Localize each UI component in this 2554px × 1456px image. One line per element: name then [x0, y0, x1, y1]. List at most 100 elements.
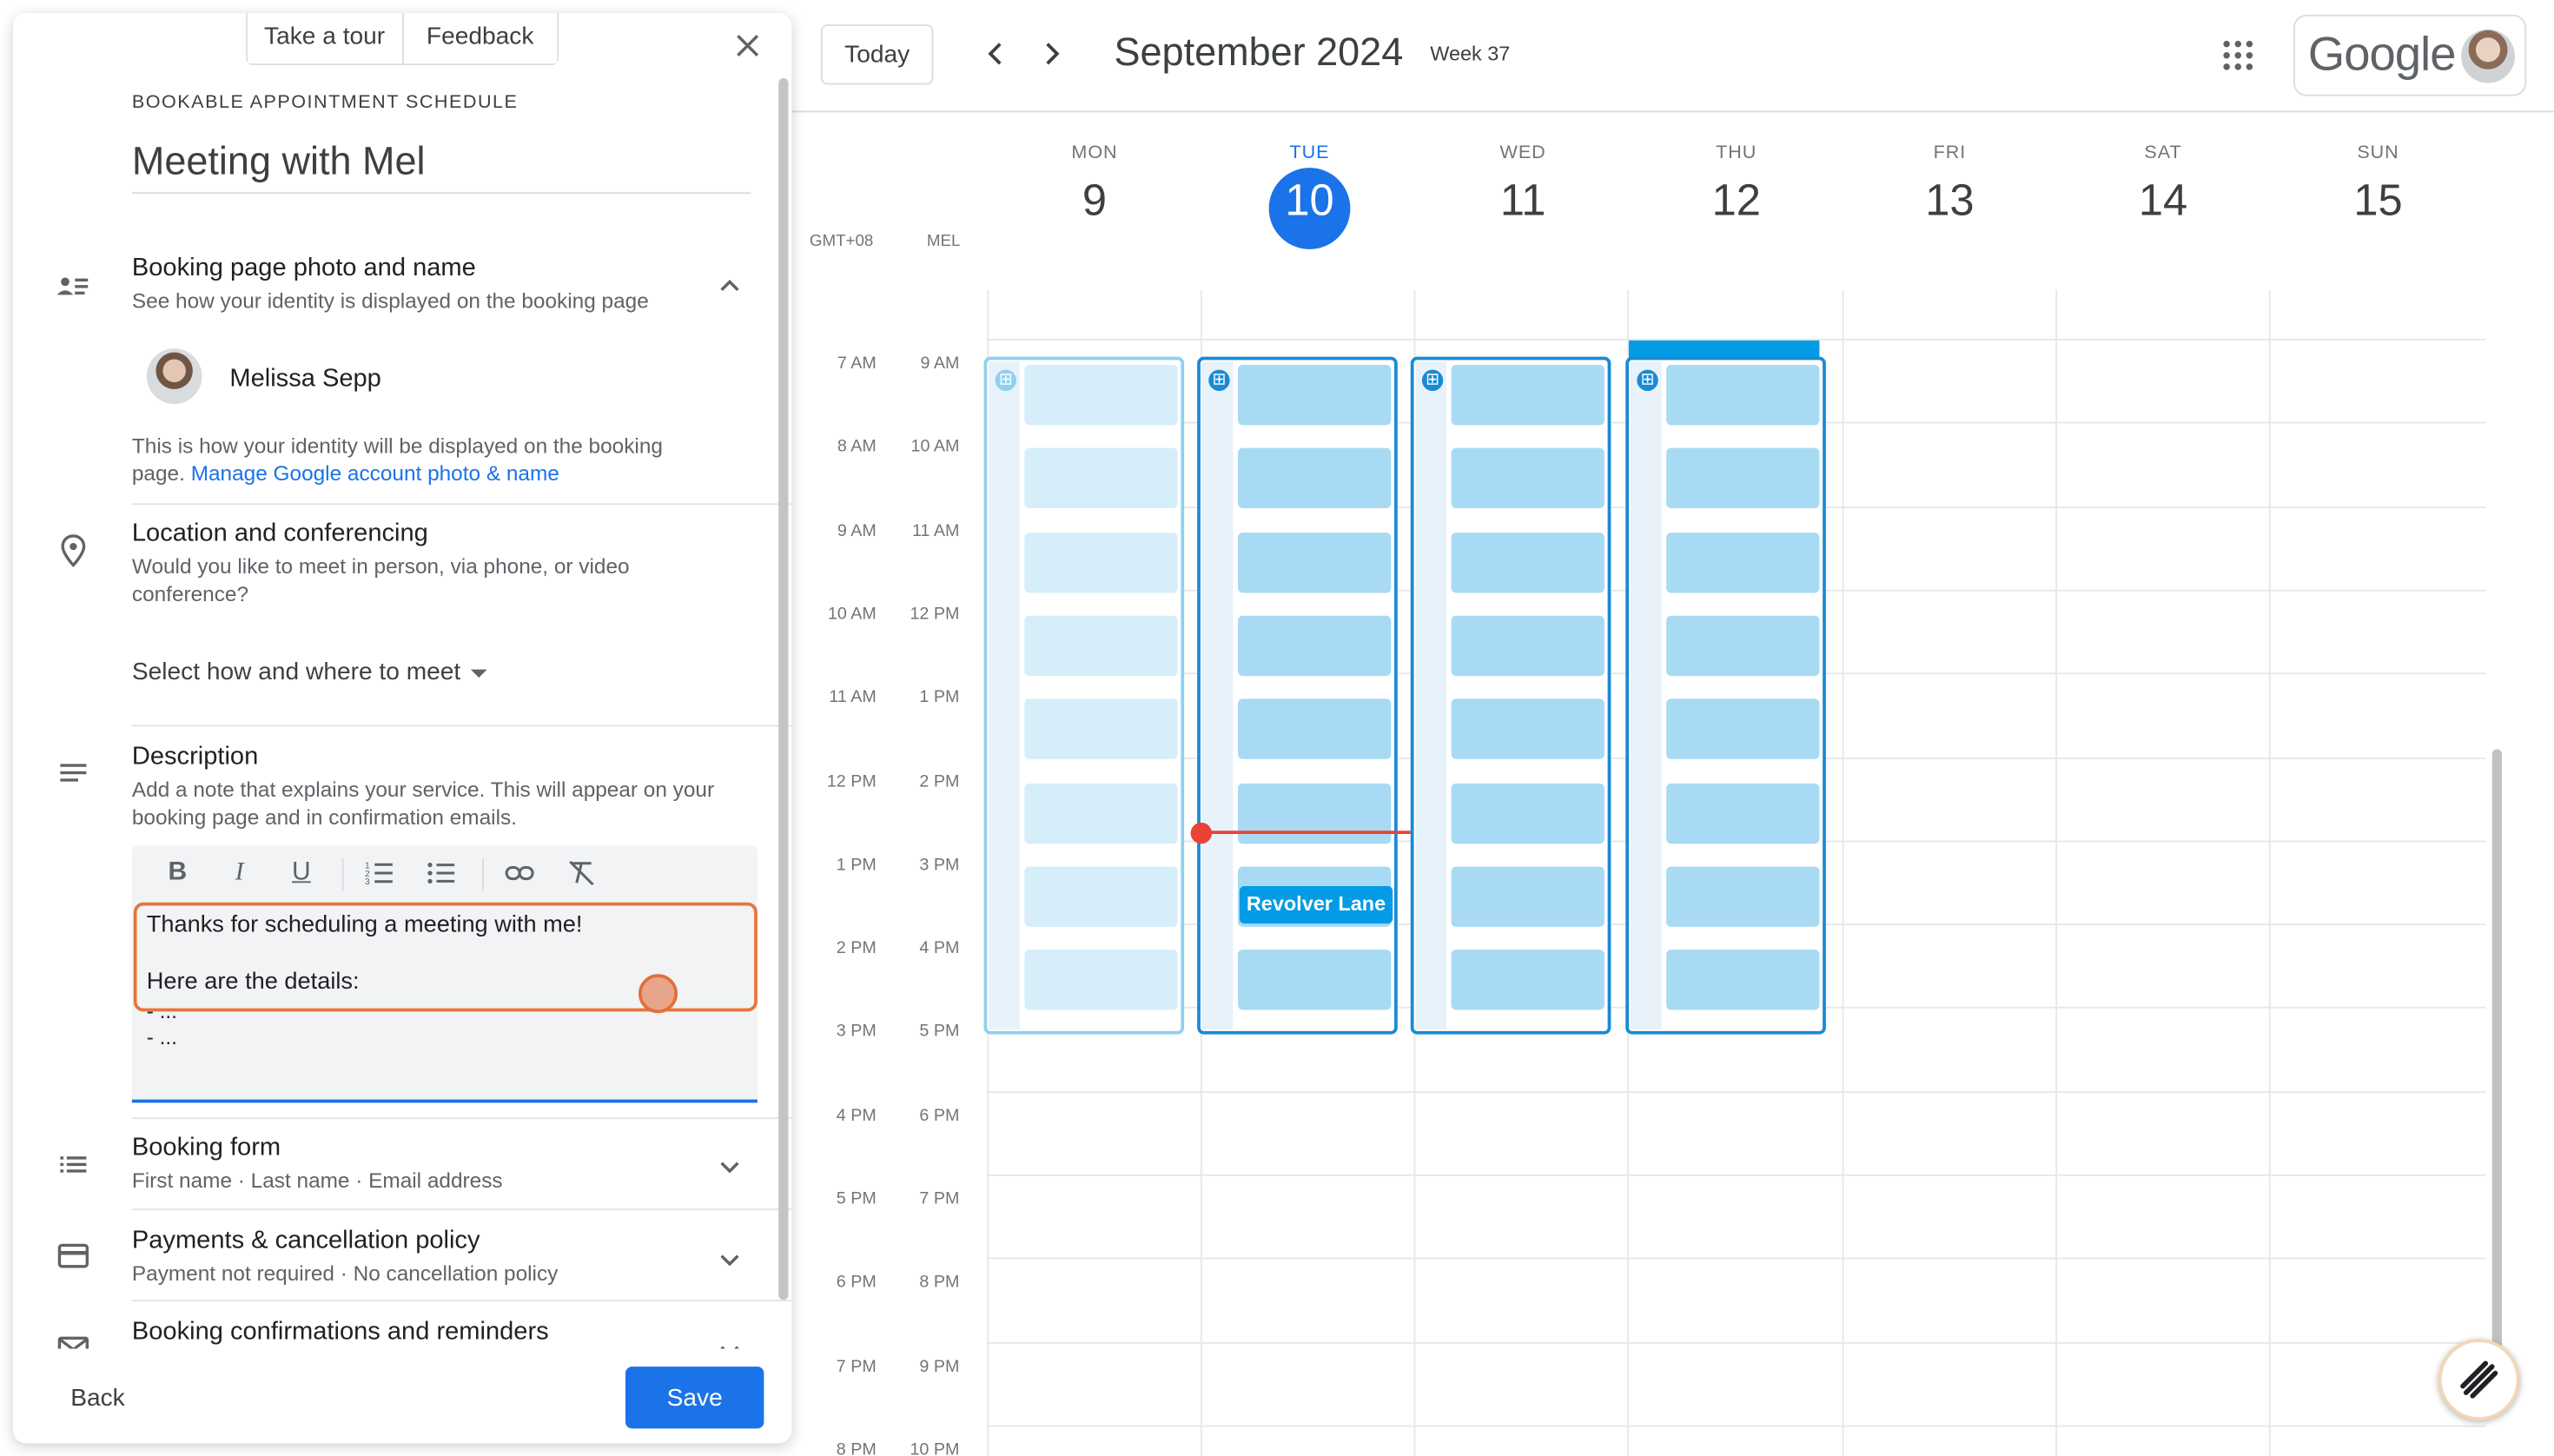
italic-icon[interactable]: I — [225, 858, 255, 888]
day-column-divider — [2268, 289, 2271, 1456]
description-subtitle: Add a note that explains your service. T… — [131, 777, 715, 830]
day-column-divider — [1842, 289, 1844, 1456]
availability-strip — [1201, 361, 1234, 1029]
divider — [131, 1208, 792, 1211]
bookable-slot[interactable] — [1451, 447, 1605, 508]
numbered-list-icon[interactable]: 123 — [365, 858, 394, 888]
bookable-slot[interactable] — [1238, 365, 1392, 426]
panel-scrollbar[interactable] — [778, 78, 789, 1300]
divider — [131, 1300, 792, 1302]
time-label-local: 8 PM — [836, 1439, 877, 1456]
time-label-local: 9 AM — [837, 521, 877, 541]
back-button[interactable]: Back — [45, 1368, 150, 1427]
hour-gridline — [987, 1425, 2486, 1427]
availability-block[interactable]: ⊞ — [983, 356, 1185, 1035]
schedule-icon: ⊞ — [1637, 369, 1658, 391]
calendar-scrollbar[interactable] — [2491, 749, 2502, 1368]
divider — [482, 858, 484, 891]
bookable-slot[interactable] — [1238, 447, 1392, 508]
time-label-mel: 12 PM — [910, 604, 960, 625]
availability-block[interactable]: ⊞ — [1197, 356, 1398, 1035]
bookable-slot[interactable] — [1024, 365, 1178, 426]
bookable-slot[interactable] — [1451, 615, 1605, 677]
event-revolver-lane[interactable]: Revolver Lane — [1239, 886, 1393, 924]
bookable-slot[interactable] — [1024, 615, 1178, 677]
take-tour-button[interactable]: Take a tour — [248, 13, 402, 64]
bookable-slot[interactable] — [1451, 698, 1605, 759]
bookable-slot[interactable] — [1024, 533, 1178, 593]
availability-block[interactable]: ⊞ — [1625, 356, 1826, 1035]
bookable-slot[interactable] — [1666, 698, 1820, 759]
chevron-down-icon[interactable] — [715, 1152, 744, 1181]
bookable-slot[interactable] — [1238, 698, 1392, 759]
chevron-down-icon[interactable] — [715, 1245, 744, 1274]
save-button[interactable]: Save — [625, 1367, 764, 1429]
hour-gridline — [987, 1342, 2486, 1344]
divider — [131, 725, 792, 727]
bookable-slot[interactable] — [1238, 615, 1392, 677]
bookable-slot[interactable] — [1666, 365, 1820, 426]
bold-icon[interactable]: B — [163, 858, 193, 888]
bookable-slot[interactable] — [1666, 447, 1820, 508]
underline-icon[interactable]: U — [287, 858, 316, 888]
clear-format-icon[interactable] — [567, 858, 597, 888]
schedule-icon: ⊞ — [1421, 369, 1444, 391]
time-label-local: 2 PM — [836, 938, 877, 958]
link-icon[interactable] — [505, 858, 534, 888]
time-label-mel: 5 PM — [919, 1021, 960, 1042]
bookable-slot[interactable] — [1451, 533, 1605, 593]
time-label-local: 10 AM — [827, 604, 877, 625]
notes-icon — [57, 758, 90, 791]
location-pin-icon — [57, 534, 90, 568]
bookable-slot[interactable] — [1451, 365, 1605, 426]
bookable-slot[interactable] — [1024, 783, 1178, 844]
booking-form-title: Booking form — [131, 1134, 281, 1161]
time-label-mel: 4 PM — [919, 938, 960, 958]
bookable-slot[interactable] — [1666, 950, 1820, 1010]
bookable-slot[interactable] — [1451, 866, 1605, 927]
person-name: Melissa Sepp — [229, 365, 381, 393]
bookable-slot[interactable] — [1666, 533, 1820, 593]
bookable-slot[interactable] — [1238, 950, 1392, 1010]
time-label-local: 8 AM — [837, 436, 877, 457]
person-list-icon — [56, 270, 90, 303]
bookable-slot[interactable] — [1451, 783, 1605, 844]
bookable-slot[interactable] — [1024, 698, 1178, 759]
divider — [131, 1117, 792, 1120]
feedback-button[interactable]: Feedback — [401, 13, 558, 64]
form-list-icon — [57, 1148, 90, 1181]
payments-subtitle: Payment not required · No cancellation p… — [131, 1261, 559, 1286]
availability-block[interactable]: ⊞ — [1410, 356, 1611, 1035]
hour-gridline — [987, 1091, 2486, 1094]
bookable-slot[interactable] — [1238, 533, 1392, 593]
current-time-line — [1201, 831, 1411, 834]
location-select[interactable]: Select how and where to meet — [132, 659, 460, 686]
bookable-slot[interactable] — [1666, 783, 1820, 844]
booking-page-title: Booking page photo and name — [131, 254, 476, 282]
manage-account-link[interactable]: Manage Google account photo & name — [191, 461, 559, 486]
time-label-local: 7 AM — [837, 353, 877, 374]
appointment-schedule-panel: Take a tour Feedback BOOKABLE APPOINTMEN… — [13, 13, 792, 1444]
confirmations-title: Booking confirmations and reminders — [131, 1317, 549, 1346]
bookable-slot[interactable] — [1451, 950, 1605, 1010]
location-subtitle: Would you like to meet in person, via ph… — [131, 553, 630, 606]
schedule-title-input[interactable]: Meeting with Mel — [131, 140, 751, 195]
bookable-slot[interactable] — [1666, 866, 1820, 927]
avatar — [146, 348, 202, 404]
description-title: Description — [131, 743, 259, 771]
bookable-slot[interactable] — [1024, 447, 1178, 508]
availability-strip — [989, 361, 1020, 1029]
chevron-up-icon[interactable] — [715, 272, 744, 301]
divider — [131, 503, 792, 506]
caret-down-icon[interactable] — [470, 669, 487, 678]
all-day-event-bar[interactable] — [1629, 340, 1820, 359]
time-label-mel: 3 PM — [919, 855, 960, 875]
extension-button[interactable] — [2438, 1339, 2520, 1420]
bookable-slot[interactable] — [1238, 783, 1392, 844]
schedule-icon: ⊞ — [1208, 369, 1230, 391]
bookable-slot[interactable] — [1024, 866, 1178, 927]
bookable-slot[interactable] — [1024, 950, 1178, 1010]
close-icon[interactable] — [730, 28, 765, 63]
bulleted-list-icon[interactable] — [427, 858, 456, 888]
bookable-slot[interactable] — [1666, 615, 1820, 677]
